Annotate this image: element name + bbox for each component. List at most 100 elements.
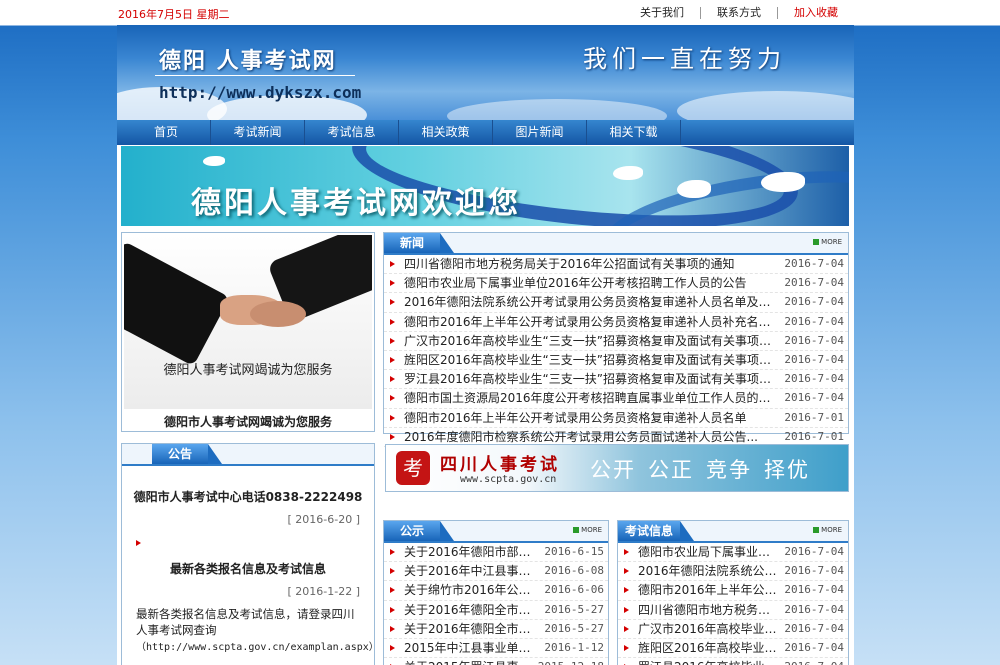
arrow-icon [624,644,629,651]
item-date: 2016-7-04 [784,352,844,366]
dove-icon [677,180,711,198]
notice-list: 关于2016年德阳市部分事业... 2016-6-15 关于2016年中江县事业单位… [384,543,608,665]
item-date: 2015-12-18 [538,658,604,665]
top-links: 关于我们 联系方式 加入收藏 [624,6,854,19]
cloud-decoration [677,91,854,120]
item-title[interactable]: 德阳市农业局下属事业单位2016年公开考核招聘工作人员的公告 [404,274,848,292]
item-title[interactable]: 广汉市2016年高校毕业生“三支一扶”招募资格复审及面试有关事项的... [404,332,848,350]
notice-item[interactable]: 2015年中江县事业单位非教... 2016-1-12 [384,639,608,659]
item-date: 2016-7-04 [784,583,844,597]
notice-item[interactable]: 关于2016年德阳市部分事业... 2016-6-15 [384,543,608,563]
more-icon [813,527,820,533]
item-title[interactable]: 德阳市2016年上半年公开考试录用公务员资格复审递补人员名单 [404,409,848,427]
site-url: http://www.dykszx.com [159,83,362,102]
panel-header: 新闻 MORE [384,233,848,255]
about-us-link[interactable]: 关于我们 [624,7,700,19]
nav-exam-news[interactable]: 考试新闻 [211,120,305,145]
news-item[interactable]: 广汉市2016年高校毕业生“三支一扶”招募资格复审及面试有关事项的... 2016… [384,332,848,351]
news-item[interactable]: 德阳市国土资源局2016年度公开考核招聘直属事业单位工作人员的公告... 2016… [384,389,848,409]
cloud-decoration [447,99,667,120]
item-title[interactable]: 罗江县2016年高校毕业生“三支一扶”招募资格复审及面试有关事项的... [404,370,848,388]
hotline-text[interactable]: 德阳市人事考试中心电话0838-2222498 [122,488,374,505]
item-date: 2016-7-04 [784,545,844,558]
more-icon [573,527,580,533]
arrow-icon [624,606,629,613]
exam-info-item[interactable]: 广汉市2016年高校毕业生“... 2016-7-04 [618,620,848,639]
item-date: 2016-7-04 [784,314,844,328]
contact-link[interactable]: 联系方式 [700,7,777,19]
arrow-icon [136,540,141,546]
news-item[interactable]: 德阳市2016年上半年公开考试录用公务员资格复审递补人员名单 2016-7-01 [384,409,848,428]
item-date: 2016-7-04 [784,658,844,665]
news-item[interactable]: 罗江县2016年高校毕业生“三支一扶”招募资格复审及面试有关事项的... 2016… [384,370,848,390]
arrow-icon [390,568,395,575]
notice-panel: 公示 MORE 关于2016年德阳市部分事业... 2016-6-15 关于2016… [383,520,609,665]
item-title[interactable]: 德阳市2016年上半年公开考试录用公务员资格复审递补人员补充名单... [404,313,848,331]
photo-news-box[interactable]: 德阳人事考试网竭诚为您服务 德阳市人事考试网竭诚为您服务 [121,232,375,432]
nav-policies[interactable]: 相关政策 [399,120,493,145]
handshake-hand [250,301,306,327]
arrow-icon [624,568,629,575]
item-title[interactable]: 旌阳区2016年高校毕业生“三支一扶”招募资格复审及面试有关事项的... [404,351,848,369]
announcement-date: [ 2016-1-22 ] [287,585,360,598]
notice-item[interactable]: 关于2016年中江县事业单位... 2016-6-08 [384,562,608,582]
exam-info-item[interactable]: 德阳市2016年上半年公开考... 2016-7-04 [618,581,848,601]
notice-item[interactable]: 关于2016年德阳全市部分事... 2016-5-27 [384,620,608,639]
current-date: 2016年7月5日 星期二 [118,8,230,21]
exam-info-item[interactable]: 2016年德阳法院系统公开考... 2016-7-04 [618,562,848,582]
item-date: 2016-7-04 [784,295,844,309]
news-panel: 新闻 MORE 四川省德阳市地方税务局关于2016年公招面试有关事项的通知 201… [383,232,849,447]
item-title[interactable]: 四川省德阳市地方税务局关于2016年公招面试有关事项的通知 [404,255,848,273]
handshake-image[interactable]: 德阳人事考试网竭诚为您服务 [124,235,372,409]
notice-item[interactable]: 关于绵竹市2016年公开选调... 2016-6-06 [384,581,608,601]
news-item[interactable]: 德阳市2016年上半年公开考试录用公务员资格复审递补人员补充名单... 2016-… [384,313,848,332]
arrow-icon [390,356,395,363]
announcement-content: 德阳市人事考试中心电话0838-2222498 [ 2016-6-20 ] 最新… [122,488,379,653]
item-date: 2016-7-04 [784,333,844,347]
welcome-text: 德阳人事考试网欢迎您 [191,186,521,221]
nav-downloads[interactable]: 相关下载 [587,120,681,145]
announcement-url[interactable]: （http://www.scpta.gov.cn/examplan.aspx） [136,638,379,653]
item-date: 2016-7-04 [784,372,844,386]
announcement-panel: 公告 德阳市人事考试中心电话0838-2222498 [ 2016-6-20 ]… [121,443,379,665]
item-date: 2016-7-04 [784,391,844,405]
exam-info-item[interactable]: 德阳市农业局下属事业单位... 2016-7-04 [618,543,848,563]
announcement-body: 最新各类报名信息及考试信息，请登录四川人事考试网查询 [136,607,355,637]
add-favorite-link[interactable]: 加入收藏 [777,7,854,19]
dove-icon [613,166,643,180]
announcement-heading[interactable]: 最新各类报名信息及考试信息 [122,560,374,577]
page-container: 德阳 人事考试网 http://www.dykszx.com 我们一直在努力 首… [117,25,854,665]
more-icon [813,239,820,245]
scpta-name: 四川人事考试 [440,455,560,475]
news-item[interactable]: 德阳市农业局下属事业单位2016年公开考核招聘工作人员的公告 2016-7-04 [384,274,848,294]
exam-info-item[interactable]: 旌阳区2016年高校毕业生“... 2016-7-04 [618,639,848,659]
news-item[interactable]: 四川省德阳市地方税务局关于2016年公招面试有关事项的通知 2016-7-04 [384,255,848,275]
more-link[interactable]: MORE [813,238,842,246]
nav-home[interactable]: 首页 [117,120,211,145]
panel-title: 考试信息 [618,521,694,541]
item-title[interactable]: 德阳市国土资源局2016年度公开考核招聘直属事业单位工作人员的公告... [404,389,848,407]
more-link[interactable]: MORE [573,526,602,534]
notice-item[interactable]: 关于2016年德阳全市部分事... 2016-5-27 [384,601,608,620]
item-title[interactable]: 2016年德阳法院系统公开考试录用公务员资格复审递补人员名单及有关... [404,293,848,311]
arrow-icon [390,433,395,440]
news-list: 四川省德阳市地方税务局关于2016年公招面试有关事项的通知 2016-7-04 德阳… [384,255,848,447]
more-link[interactable]: MORE [813,526,842,534]
notice-item[interactable]: 关于2015年罗江县事业单位...2015-12-18 [384,658,608,665]
scpta-domain: www.scpta.gov.cn [460,474,557,485]
exam-info-item[interactable]: 罗江县2016年高校毕业生“...2016-7-04 [618,658,848,665]
exam-info-item[interactable]: 四川省德阳市地方税务局关... 2016-7-04 [618,601,848,620]
nav-photo-news[interactable]: 图片新闻 [493,120,587,145]
scpta-banner[interactable]: 考 四川人事考试 www.scpta.gov.cn 公开 公正 竞争 择优 [385,444,849,492]
item-date: 2016-6-08 [544,564,604,578]
news-item[interactable]: 2016年德阳法院系统公开考试录用公务员资格复审递补人员名单及有关... 2016… [384,293,848,313]
nav-exam-info[interactable]: 考试信息 [305,120,399,145]
slogan: 我们一直在努力 [583,45,786,73]
item-date: 2016-1-12 [544,640,604,654]
arrow-icon [390,261,395,267]
news-item[interactable]: 旌阳区2016年高校毕业生“三支一扶”招募资格复审及面试有关事项的... 2016… [384,351,848,371]
arrow-icon [390,318,395,325]
item-date: 2016-7-01 [784,410,844,424]
site-name: 德阳 人事考试网 [159,48,337,74]
photo-caption[interactable]: 德阳市人事考试网竭诚为您服务 [122,413,374,430]
